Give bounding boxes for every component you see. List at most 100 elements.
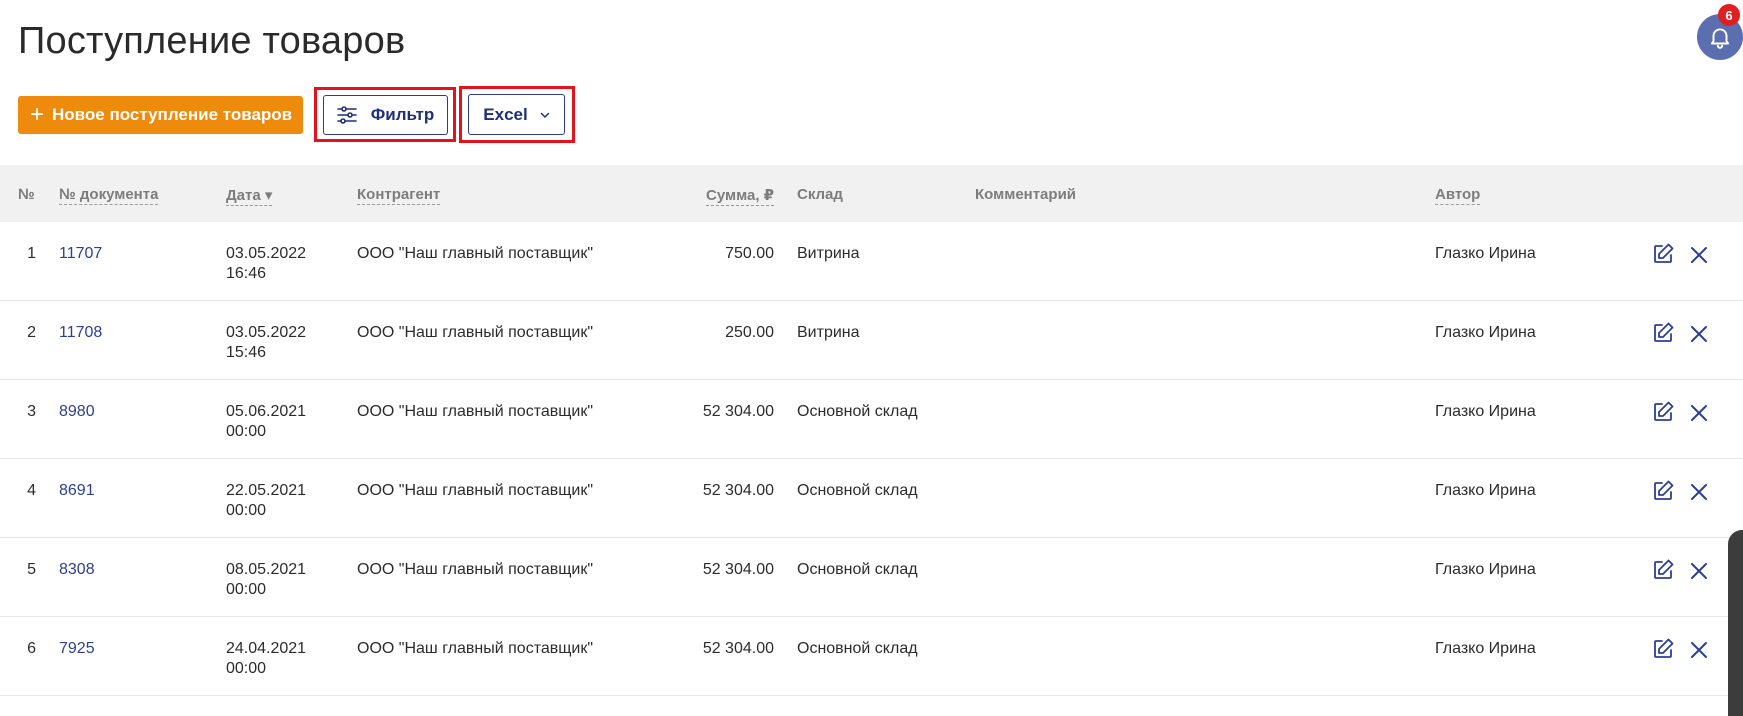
row-warehouse: Витрина — [797, 324, 860, 341]
bell-icon — [1710, 28, 1730, 49]
edit-icon — [1654, 480, 1674, 500]
row-divider — [0, 379, 1743, 380]
close-icon — [1691, 247, 1707, 263]
row-author: Глазко Ирина — [1435, 245, 1536, 262]
plus-icon: + — [30, 101, 45, 128]
row-date: 24.04.2021 — [226, 640, 307, 657]
filter-label: Фильтр — [370, 105, 435, 124]
chevron-down-icon — [540, 112, 549, 118]
column-header-date[interactable]: Дата ▾ — [226, 186, 273, 206]
edit-icon — [1654, 401, 1674, 421]
document-number-link[interactable]: 8980 — [59, 402, 95, 422]
row-time: 16:46 — [226, 265, 267, 282]
new-receipt-button[interactable]: + Новое поступление товаров — [18, 96, 303, 134]
row-sum: 52 304.00 — [702, 482, 774, 499]
row-contractor: ООО "Наш главный поставщик" — [357, 324, 594, 341]
row-warehouse: Основной склад — [797, 482, 918, 499]
row-divider — [0, 695, 1743, 696]
document-number-link[interactable]: 11708 — [59, 323, 102, 343]
row-time: 00:00 — [226, 423, 267, 440]
edit-button[interactable] — [1651, 321, 1675, 345]
delete-button[interactable] — [1687, 243, 1711, 267]
notification-count-badge: 6 — [1718, 4, 1740, 26]
close-icon — [1691, 484, 1707, 500]
column-header-sum[interactable]: Сумма, ₽ — [706, 186, 775, 206]
edit-button[interactable] — [1651, 400, 1675, 424]
edit-icon — [1654, 559, 1674, 579]
edit-button[interactable] — [1651, 242, 1675, 266]
row-warehouse: Основной склад — [797, 561, 918, 578]
row-author: Глазко Ирина — [1435, 561, 1536, 578]
row-contractor: ООО "Наш главный поставщик" — [357, 403, 594, 420]
row-number: 3 — [27, 403, 36, 420]
row-divider — [0, 300, 1743, 301]
close-icon — [1691, 326, 1707, 342]
column-header-author[interactable]: Автор — [1435, 186, 1481, 205]
row-contractor: ООО "Наш главный поставщик" — [357, 245, 594, 262]
row-number: 6 — [27, 640, 36, 657]
row-sum: 52 304.00 — [702, 640, 774, 657]
edit-icon — [1654, 638, 1674, 658]
delete-button[interactable] — [1687, 480, 1711, 504]
row-divider — [0, 616, 1743, 617]
excel-label: Excel — [483, 104, 528, 124]
delete-button[interactable] — [1687, 401, 1711, 425]
row-warehouse: Основной склад — [797, 640, 918, 657]
document-number-link[interactable]: 8691 — [59, 481, 95, 501]
row-author: Глазко Ирина — [1435, 324, 1536, 341]
edit-button[interactable] — [1651, 558, 1675, 582]
row-author: Глазко Ирина — [1435, 640, 1536, 657]
row-time: 00:00 — [226, 660, 267, 677]
row-time: 00:00 — [226, 581, 267, 598]
row-sum: 52 304.00 — [702, 561, 774, 578]
row-sum: 250.00 — [725, 324, 774, 341]
row-contractor: ООО "Наш главный поставщик" — [357, 640, 594, 657]
document-number-link[interactable]: 11707 — [59, 244, 102, 264]
delete-button[interactable] — [1687, 322, 1711, 346]
scrollbar-thumb[interactable] — [1728, 530, 1743, 716]
close-icon — [1691, 405, 1707, 421]
column-header-warehouse: Склад — [797, 186, 843, 203]
row-date: 03.05.2022 — [226, 245, 307, 262]
row-date: 03.05.2022 — [226, 324, 307, 341]
edit-button[interactable] — [1651, 479, 1675, 503]
row-number: 2 — [27, 324, 36, 341]
row-date: 08.05.2021 — [226, 561, 307, 578]
row-number: 4 — [27, 482, 36, 499]
row-date: 22.05.2021 — [226, 482, 307, 499]
row-time: 15:46 — [226, 344, 267, 361]
excel-dropdown-button[interactable]: Excel — [468, 94, 565, 135]
page: Поступление товаров 6 + Новое поступлени… — [0, 0, 1743, 716]
delete-button[interactable] — [1687, 559, 1711, 583]
row-sum: 750.00 — [725, 245, 774, 262]
column-header-number: № — [18, 186, 35, 203]
row-warehouse: Основной склад — [797, 403, 918, 420]
filter-button[interactable]: Фильтр — [323, 95, 448, 135]
column-header-contractor[interactable]: Контрагент — [357, 186, 441, 205]
row-time: 00:00 — [226, 502, 267, 519]
row-date: 05.06.2021 — [226, 403, 307, 420]
document-number-link[interactable]: 7925 — [59, 639, 95, 659]
row-contractor: ООО "Наш главный поставщик" — [357, 482, 594, 499]
row-author: Глазко Ирина — [1435, 482, 1536, 499]
row-number: 5 — [27, 561, 36, 578]
new-receipt-label: Новое поступление товаров — [52, 105, 293, 124]
column-header-document[interactable]: № документа — [59, 186, 159, 205]
close-icon — [1691, 642, 1707, 658]
edit-button[interactable] — [1651, 637, 1675, 661]
row-author: Глазко Ирина — [1435, 403, 1536, 420]
sliders-icon — [336, 106, 357, 124]
row-divider — [0, 458, 1743, 459]
edit-icon — [1654, 322, 1674, 342]
delete-button[interactable] — [1687, 638, 1711, 662]
row-warehouse: Витрина — [797, 245, 860, 262]
close-icon — [1691, 563, 1707, 579]
document-number-link[interactable]: 8308 — [59, 560, 95, 580]
row-number: 1 — [27, 245, 36, 262]
column-header-comment: Комментарий — [975, 186, 1077, 203]
edit-icon — [1654, 243, 1674, 263]
row-contractor: ООО "Наш главный поставщик" — [357, 561, 594, 578]
page-title: Поступление товаров — [18, 20, 406, 62]
row-divider — [0, 537, 1743, 538]
row-sum: 52 304.00 — [702, 403, 774, 420]
